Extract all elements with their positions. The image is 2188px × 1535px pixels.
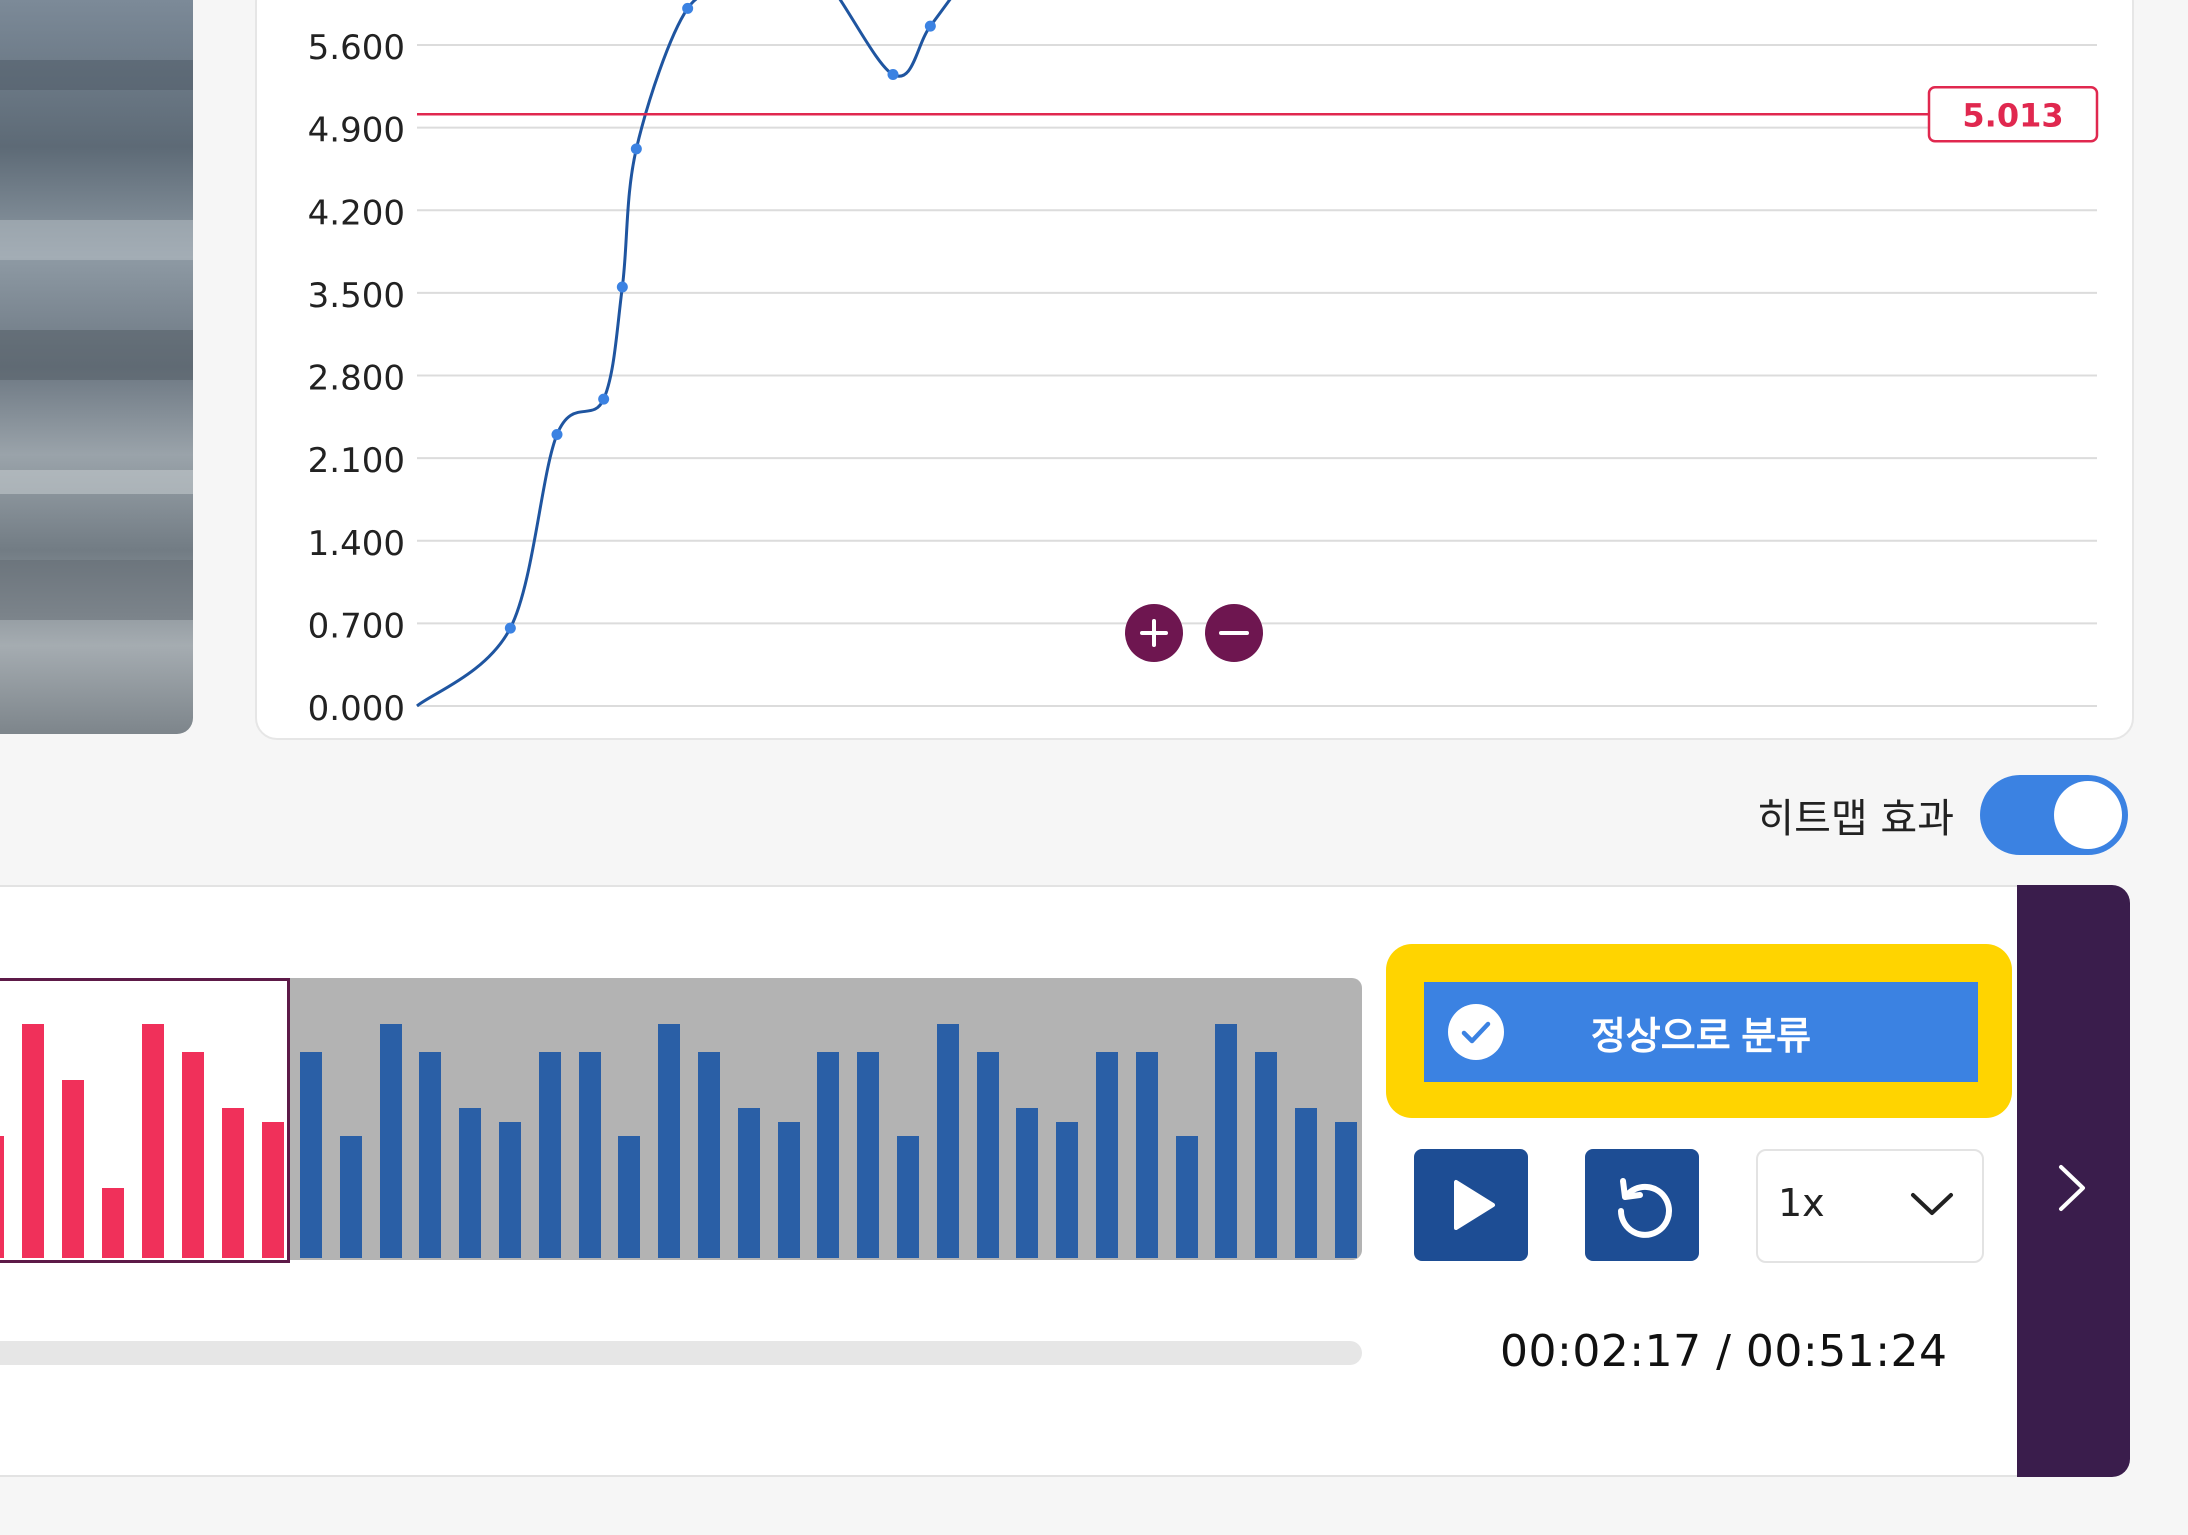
waveform-bar-selected: [262, 1122, 284, 1258]
waveform-bar: [1255, 1052, 1278, 1258]
threshold-label: 5.013: [1962, 96, 2063, 134]
chevron-down-icon: [1911, 1193, 1953, 1215]
waveform-bar-selected: [142, 1024, 164, 1258]
waveform-bar: [777, 1122, 800, 1258]
waveform-bar: [1056, 1122, 1079, 1258]
waveform-bar: [857, 1052, 880, 1258]
zoom-in-button[interactable]: [1125, 604, 1183, 662]
play-button[interactable]: [1414, 1149, 1528, 1261]
waveform-bar: [379, 1024, 402, 1258]
waveform-bar: [339, 1136, 362, 1258]
line-chart-card: 5.600 4.900 4.200 3.500 2.800 2.100 1.400 0.700…: [255, 0, 2134, 740]
waveform-bar-selected: [22, 1024, 44, 1258]
waveform-bar: [1175, 1136, 1198, 1258]
chevron-right-icon: [2059, 1165, 2085, 1211]
data-point: [924, 20, 936, 32]
y-tick-label: 0.000: [308, 689, 405, 729]
y-tick-label: 4.200: [308, 193, 405, 233]
waveform-bar: [618, 1136, 641, 1258]
waveform-bar: [817, 1052, 840, 1258]
waveform-bar-selected: [102, 1188, 124, 1258]
waveform-bar: [499, 1122, 521, 1258]
waveform-bar: [1215, 1024, 1238, 1258]
heatmap-toggle[interactable]: [1980, 775, 2128, 855]
waveform-bar: [300, 1052, 322, 1258]
waveform-bar: [1295, 1108, 1317, 1258]
series-line: [416, 0, 952, 708]
toggle-knob: [2054, 781, 2122, 849]
replay-icon: [1618, 1178, 1672, 1238]
y-tick-label: 1.400: [308, 524, 405, 564]
data-point: [504, 622, 516, 634]
data-point: [630, 143, 642, 155]
waveform-bar: [897, 1136, 919, 1258]
y-tick-label: 3.500: [308, 276, 405, 316]
data-point: [682, 2, 694, 14]
speed-select[interactable]: 1x: [1756, 1149, 1984, 1263]
waveform-bar: [1096, 1052, 1118, 1258]
waveform-bar: [1135, 1052, 1158, 1258]
heatmap-label: 히트맵 효과: [1757, 796, 1954, 842]
data-point: [598, 393, 610, 405]
video-thumbnail: [0, 0, 193, 734]
minus-icon: [1219, 631, 1249, 635]
waveform-bar: [936, 1024, 959, 1258]
data-point: [551, 429, 563, 441]
waveform-bar: [737, 1108, 760, 1258]
waveform-bar: [658, 1024, 681, 1258]
waveform-bar-selected: [182, 1052, 204, 1258]
zoom-out-button[interactable]: [1205, 604, 1263, 662]
line-chart: 5.600 4.900 4.200 3.500 2.800 2.100 1.400 0.700…: [308, 0, 2099, 729]
waveform-bar-selected: [222, 1108, 244, 1258]
waveform-bar: [459, 1108, 482, 1258]
waveform-bar-selected: [62, 1080, 84, 1258]
waveform-bar: [1334, 1122, 1357, 1258]
waveform-bar: [419, 1052, 442, 1258]
y-tick-label: 4.900: [308, 111, 405, 151]
waveform-bar: [538, 1052, 561, 1258]
check-icon: [1448, 1004, 1504, 1060]
y-tick-label: 2.800: [308, 359, 405, 399]
waveform-bar: [976, 1052, 999, 1258]
y-tick-label: 0.700: [308, 606, 405, 646]
plus-icon: [1140, 619, 1168, 647]
y-tick-label: 2.100: [308, 441, 405, 481]
play-icon: [1454, 1180, 1495, 1230]
classify-normal-button[interactable]: 정상으로 분류: [1424, 982, 1978, 1082]
classify-highlight: 정상으로 분류: [1386, 944, 2012, 1118]
playback-scrubber[interactable]: [0, 1341, 1362, 1365]
classify-label: 정상으로 분류: [1590, 1015, 1812, 1058]
replay-button[interactable]: [1585, 1149, 1699, 1261]
data-point: [887, 69, 899, 81]
waveform-bar: [1016, 1108, 1039, 1258]
heatmap-toggle-row: 히트맵 효과: [1757, 770, 2128, 860]
waveform-bar: [578, 1052, 601, 1258]
waveform-bar: [698, 1052, 720, 1258]
data-point: [616, 281, 628, 293]
waveform-timeline[interactable]: [0, 978, 1362, 1263]
y-tick-label: 5.600: [308, 28, 405, 68]
waveform-bar-selected: [0, 1136, 4, 1258]
speed-value: 1x: [1778, 1181, 1825, 1225]
playback-time: 00:02:17 / 00:51:24: [1500, 1326, 1948, 1377]
side-panel-toggle[interactable]: [2017, 885, 2130, 1477]
